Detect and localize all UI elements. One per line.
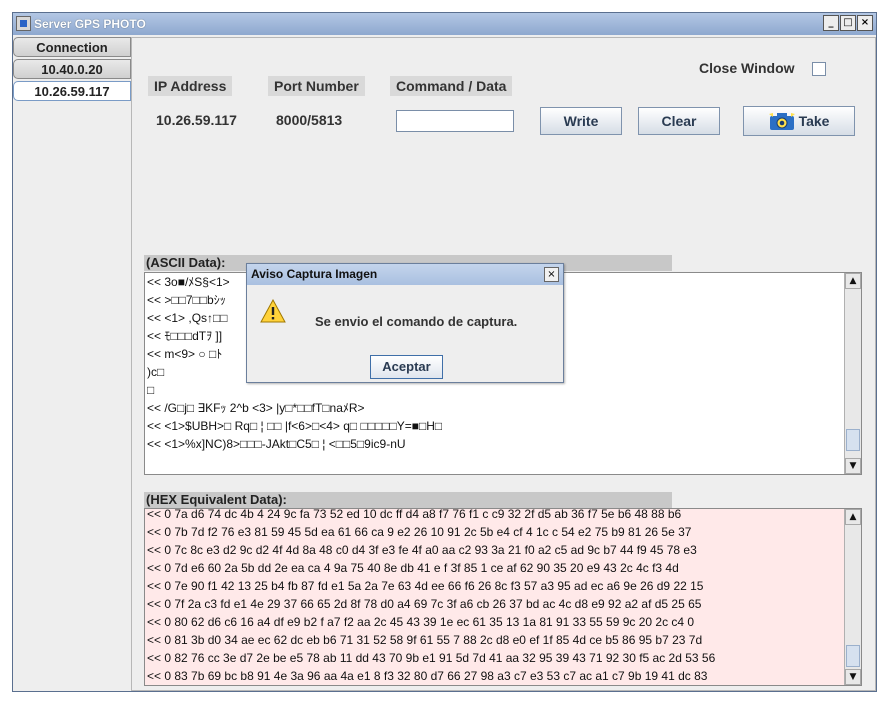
scroll-up-arrow-icon[interactable]: ▲ — [845, 273, 861, 289]
capture-notice-dialog: Aviso Captura Imagen × Se envio el coman… — [246, 263, 564, 383]
ascii-line: << /G□j□ ∃KFｯ 2^b <3> |y□*□□fT□naﾒR> — [147, 401, 365, 415]
ip-address-label: IP Address — [148, 76, 233, 96]
port-number-label: Port Number — [268, 76, 365, 96]
hex-line: << 0 7b 7d f2 76 e3 81 59 45 5d ea 61 66… — [147, 525, 692, 539]
hex-line: << 0 80 62 d6 c6 16 a4 df e9 b2 f a7 f2 … — [147, 615, 695, 629]
close-window-label: Close Window — [699, 60, 795, 76]
minimize-button[interactable]: _ — [823, 15, 839, 31]
window-controls: _ □ × — [823, 15, 873, 31]
hex-scrollbar[interactable]: ▲ ▼ — [844, 509, 861, 685]
tab-connection[interactable]: Connection — [13, 37, 131, 57]
ip-address-value: 10.26.59.117 — [156, 112, 237, 128]
ascii-scrollbar[interactable]: ▲ ▼ — [844, 273, 861, 474]
close-button[interactable]: × — [857, 15, 873, 31]
clear-button[interactable]: Clear — [638, 107, 720, 135]
take-button[interactable]: Take — [743, 106, 855, 136]
ascii-line: □ — [147, 383, 155, 397]
hex-data-label: (HEX Equivalent Data): — [144, 492, 672, 508]
tab-10-26-59-117[interactable]: 10.26.59.117 — [13, 81, 131, 101]
camera-capture-icon — [768, 113, 795, 131]
ascii-scroll-thumb[interactable] — [846, 429, 860, 451]
ascii-line: << <1>%x]NC)8>□□□-JAkt□C5□ ¦ <□□5□9ic9-n… — [147, 437, 406, 451]
write-button[interactable]: Write — [540, 107, 622, 135]
dialog-close-button[interactable]: × — [544, 267, 559, 282]
command-input[interactable] — [396, 110, 514, 132]
warning-icon — [260, 299, 286, 323]
ascii-line: << <1>$UBH>□ Rq□ ¦ □□ |f<6>□<4> q□ □□□□□… — [147, 419, 443, 433]
hex-line: << 0 81 3b d0 34 ae ec 62 dc eb b6 71 31… — [147, 633, 703, 647]
close-window-checkbox[interactable] — [812, 62, 826, 76]
hex-line: << 0 7f 2a c3 fd e1 4e 29 37 66 65 2d 8f… — [147, 597, 702, 611]
hex-data-area[interactable]: << 0 7a d6 74 dc 4b 4 24 9c fa 73 52 ed … — [144, 508, 862, 686]
connection-tabs: Connection 10.40.0.20 10.26.59.117 — [13, 37, 131, 103]
tab-10-40-0-20[interactable]: 10.40.0.20 — [13, 59, 131, 79]
title-bar: Server GPS PHOTO _ □ × — [13, 13, 876, 35]
dialog-message: Se envio el comando de captura. — [315, 314, 518, 329]
java-app-icon — [16, 16, 31, 31]
scroll-up-arrow-icon[interactable]: ▲ — [845, 509, 861, 525]
take-button-label: Take — [798, 113, 830, 129]
hex-line: << 0 82 76 cc 3e d7 2e be e5 78 ab 11 dd… — [147, 651, 716, 665]
hex-line: << 0 7e 90 f1 42 13 25 b4 fb 87 fd e1 5a… — [147, 579, 704, 593]
scroll-down-arrow-icon[interactable]: ▼ — [845, 458, 861, 474]
hex-line: << 0 83 7b 69 bc b8 91 4e 3a 96 aa 4a e1… — [147, 669, 708, 683]
hex-line: << 0 7c 8c e3 d2 9c d2 4f 4d 8a 48 c0 d4… — [147, 543, 697, 557]
hex-scroll-thumb[interactable] — [846, 645, 860, 667]
command-data-label: Command / Data — [390, 76, 513, 96]
port-number-value: 8000/5813 — [276, 112, 343, 128]
hex-lines: << 0 7a d6 74 dc 4b 4 24 9c fa 73 52 ed … — [147, 508, 843, 685]
maximize-button[interactable]: □ — [840, 15, 856, 31]
window-title: Server GPS PHOTO — [34, 17, 146, 31]
dialog-title: Aviso Captura Imagen — [247, 264, 563, 285]
hex-line: << 0 7a d6 74 dc 4b 4 24 9c fa 73 52 ed … — [147, 508, 682, 521]
hex-line: << 0 7d e6 60 2a 5b dd 2e ea ca 4 9a 75 … — [147, 561, 679, 575]
scroll-down-arrow-icon[interactable]: ▼ — [845, 669, 861, 685]
accept-button[interactable]: Aceptar — [370, 355, 443, 379]
